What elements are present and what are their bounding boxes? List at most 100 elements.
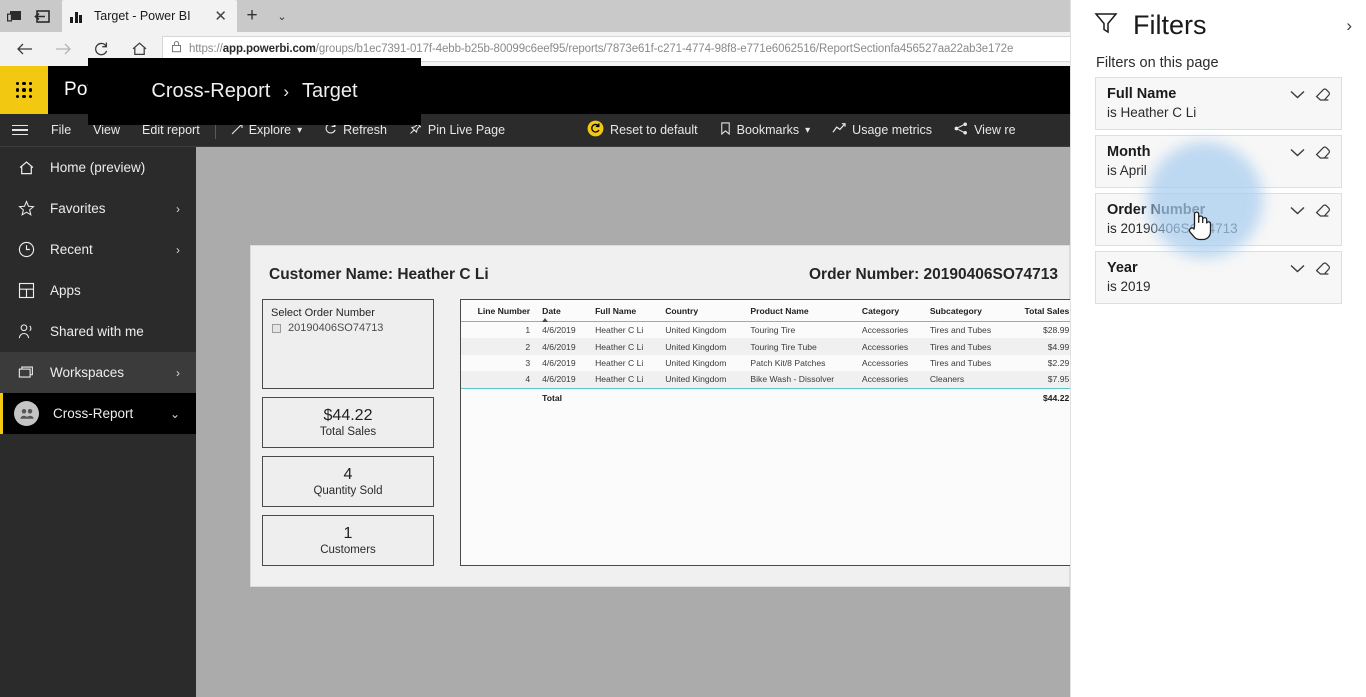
hamburger-icon[interactable] [0, 114, 40, 147]
table-cell: 4/6/2019 [542, 357, 576, 368]
sidebar-item-label: Shared with me [50, 324, 144, 339]
filter-card[interactable]: Year is 2019 [1095, 251, 1342, 304]
table-cell: 3 [525, 357, 531, 368]
card-quantity-sold[interactable]: 4 Quantity Sold [262, 456, 434, 507]
toolbar-item-view-related[interactable]: View re [943, 114, 1026, 147]
filter-field-name: Month [1107, 144, 1151, 160]
filter-value: is 20190406SO74713 [1107, 221, 1238, 236]
table-row[interactable]: 4 4/6/2019 Heather C Li United Kingdom Bike … [461, 371, 1070, 388]
clear-filter-eraser-icon[interactable] [1315, 87, 1331, 102]
toolbar-item-usage-metrics[interactable]: Usage metrics [821, 114, 943, 147]
table-cell: Heather C Li [595, 341, 644, 352]
toolbar-item-label: Edit report [142, 123, 200, 137]
chevron-down-icon[interactable] [1289, 147, 1306, 158]
clear-filter-eraser-icon[interactable] [1315, 145, 1331, 160]
filter-field-name: Year [1107, 260, 1138, 276]
chevron-down-icon[interactable] [1289, 205, 1306, 216]
browser-tab[interactable]: Target - Power BI ✕ [62, 0, 237, 32]
back-icon[interactable] [6, 32, 44, 66]
chevron-right-icon: › [176, 242, 180, 257]
table-cell: United Kingdom [665, 374, 727, 385]
toolbar-item-file[interactable]: File [40, 114, 82, 147]
breadcrumb-tooltip: Cross-Report › Target [88, 58, 421, 125]
slicer-title: Select Order Number [271, 307, 375, 319]
table-column-header[interactable]: Total Sales [1009, 300, 1070, 322]
filter-value: is Heather C Li [1107, 105, 1197, 120]
table-cell: United Kingdom [665, 357, 727, 368]
table-column-header[interactable]: Subcategory [923, 300, 1010, 322]
clock-icon [17, 241, 36, 258]
chevron-right-icon: › [176, 201, 180, 216]
sidebar-item-favorites[interactable]: Favorites › [0, 188, 196, 229]
sidebar-item-home[interactable]: Home (preview) [0, 147, 196, 188]
expand-icon[interactable]: › [1346, 16, 1352, 36]
table-row[interactable]: 3 4/6/2019 Heather C Li United Kingdom Patch… [461, 355, 1070, 371]
table-cell: United Kingdom [665, 325, 727, 336]
sidebar-item-cross-report[interactable]: Cross-Report ⌄ [0, 393, 196, 434]
card-value: 4 [343, 466, 353, 483]
breadcrumb-current: Target [302, 80, 358, 102]
toolbar-item-label: Bookmarks [736, 123, 800, 137]
filter-card[interactable]: Full Name is Heather C Li [1095, 77, 1342, 130]
filter-card[interactable]: Order Number is 20190406SO74713 [1095, 193, 1342, 246]
table-header-row: Line Number Date Full Name Country Product N… [461, 300, 1070, 322]
table-cell: Patch Kit/8 Patches [750, 357, 826, 368]
table-row[interactable]: 1 4/6/2019 Heather C Li United Kingdom Touri… [461, 322, 1070, 339]
workspace-avatar-icon [14, 401, 39, 426]
chevron-down-icon[interactable] [1289, 89, 1306, 100]
table-cell: $4.99 [1047, 341, 1070, 352]
sidebar-item-workspaces[interactable]: Workspaces › [0, 352, 196, 393]
toolbar-item-label: View re [974, 123, 1016, 137]
filters-header: Filters › [1071, 0, 1366, 41]
checkbox-icon[interactable] [272, 323, 281, 333]
chevron-down-icon: ▾ [805, 124, 811, 136]
breadcrumb-parent: Cross-Report [151, 80, 271, 102]
table-column-header[interactable]: Product Name [744, 300, 856, 322]
table-cell: Bike Wash - Dissolver [750, 374, 835, 385]
metrics-icon [832, 122, 846, 138]
clear-filter-eraser-icon[interactable] [1315, 203, 1331, 218]
table-column-header[interactable]: Country [659, 300, 745, 322]
report-page: Customer Name: Heather C Li Order Number… [250, 245, 1071, 587]
sidebar-item-shared-with-me[interactable]: Shared with me [0, 311, 196, 352]
sidebar-item-recent[interactable]: Recent › [0, 229, 196, 270]
card-total-sales[interactable]: $44.22 Total Sales [262, 397, 434, 448]
card-customers[interactable]: 1 Customers [262, 515, 434, 566]
table-cell: Heather C Li [595, 374, 644, 385]
close-icon[interactable]: ✕ [212, 9, 229, 24]
filters-title: Filters [1133, 10, 1207, 40]
toolbar-item-bookmarks[interactable]: Bookmarks ▾ [709, 114, 822, 147]
report-canvas: Customer Name: Heather C Li Order Number… [196, 147, 1071, 697]
sidebar-item-label: Favorites [50, 201, 106, 216]
table-cell: Tires and Tubes [929, 357, 992, 368]
filter-card[interactable]: Month is April [1095, 135, 1342, 188]
table-column-header[interactable]: Line Number [461, 300, 537, 322]
chevron-down-icon[interactable]: ⌄ [267, 0, 297, 32]
tab-preview-icon[interactable] [0, 0, 28, 32]
app-launcher-icon[interactable] [0, 66, 48, 114]
forward-icon[interactable] [44, 32, 82, 66]
home-icon [17, 160, 36, 176]
slicer-option[interactable]: 20190406SO74713 [263, 319, 433, 334]
table-row[interactable]: 2 4/6/2019 Heather C Li United Kingdom Touri… [461, 338, 1070, 355]
chevron-down-icon[interactable] [1289, 263, 1306, 274]
table-cell: Cleaners [929, 374, 965, 385]
table-column-header[interactable]: Full Name [589, 300, 660, 322]
new-tab-button[interactable]: + [237, 0, 267, 32]
sidebar-item-apps[interactable]: Apps [0, 270, 196, 311]
set-aside-tabs-icon[interactable] [28, 0, 56, 32]
toolbar-item-reset-to-default[interactable]: Reset to default [576, 114, 709, 147]
card-caption: Quantity Sold [313, 485, 383, 497]
table-cell: Accessories [861, 374, 909, 385]
details-table-visual[interactable]: Line Number Date Full Name Country Product N… [460, 299, 1071, 566]
table-total-cell [856, 388, 924, 406]
order-number-slicer[interactable]: Select Order Number 20190406SO74713 [262, 299, 434, 389]
url-text: https://app.powerbi.com/groups/b1ec7391-… [189, 43, 1014, 55]
table-column-header[interactable]: Category [855, 300, 924, 322]
tab-title: Target - Power BI [94, 9, 191, 23]
table-column-header[interactable]: Date [536, 300, 590, 322]
share-icon [954, 122, 968, 138]
table-cell: 4/6/2019 [542, 325, 576, 336]
clear-filter-eraser-icon[interactable] [1315, 261, 1331, 276]
table-cell: Accessories [861, 357, 909, 368]
